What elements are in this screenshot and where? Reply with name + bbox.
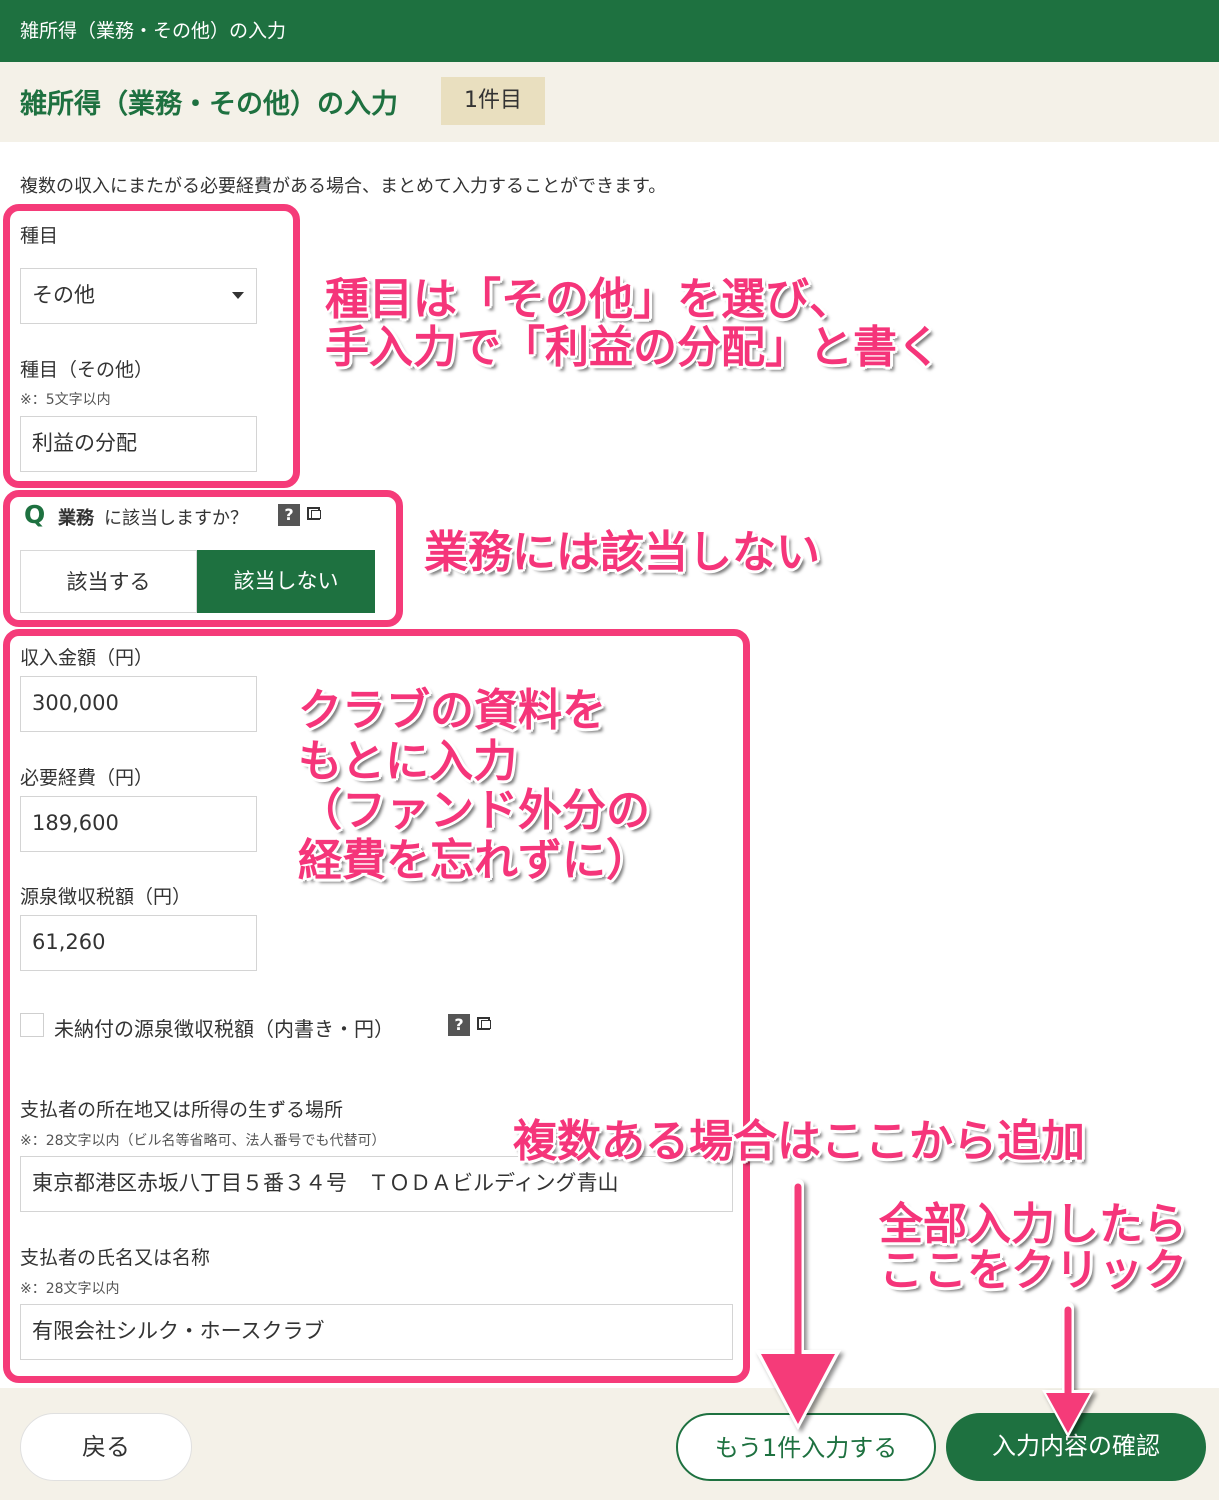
annotation-category-line1: 種目は「その他」を選び、 xyxy=(325,274,853,325)
confirm-button[interactable]: 入力内容の確認 xyxy=(946,1413,1206,1481)
annotation-confirm-line1: 全部入力したら xyxy=(879,1199,1187,1250)
annotation-club-line2: もとに入力 xyxy=(298,736,518,787)
topbar-title: 雑所得（業務・その他）の入力 xyxy=(20,20,287,42)
entry-count-badge: 1件目 xyxy=(441,77,545,125)
annotation-club-line3: （ファンド外分の xyxy=(298,785,650,836)
highlight-box-category xyxy=(3,204,300,488)
back-button[interactable]: 戻る xyxy=(20,1413,192,1481)
intro-text: 複数の収入にまたがる必要経費がある場合、まとめて入力することができます。 xyxy=(20,176,667,197)
add-another-button[interactable]: もう1件入力する xyxy=(676,1413,936,1481)
annotation-confirm-line2: ここをクリック xyxy=(879,1245,1187,1296)
annotation-multiple: 複数ある場合はここから追加 xyxy=(513,1116,1085,1167)
highlight-box-business xyxy=(3,490,403,627)
top-bar: 雑所得（業務・その他）の入力 xyxy=(0,0,1219,62)
annotation-business: 業務には該当しない xyxy=(424,527,820,578)
page-header: 雑所得（業務・その他）の入力 1件目 xyxy=(0,62,1219,142)
annotation-category-line2: 手入力で「利益の分配」と書く xyxy=(325,322,941,373)
page-title: 雑所得（業務・その他）の入力 xyxy=(20,89,398,120)
annotation-club-line4: 経費を忘れずに） xyxy=(298,835,650,886)
annotation-club-line1: クラブの資料を xyxy=(298,685,606,736)
